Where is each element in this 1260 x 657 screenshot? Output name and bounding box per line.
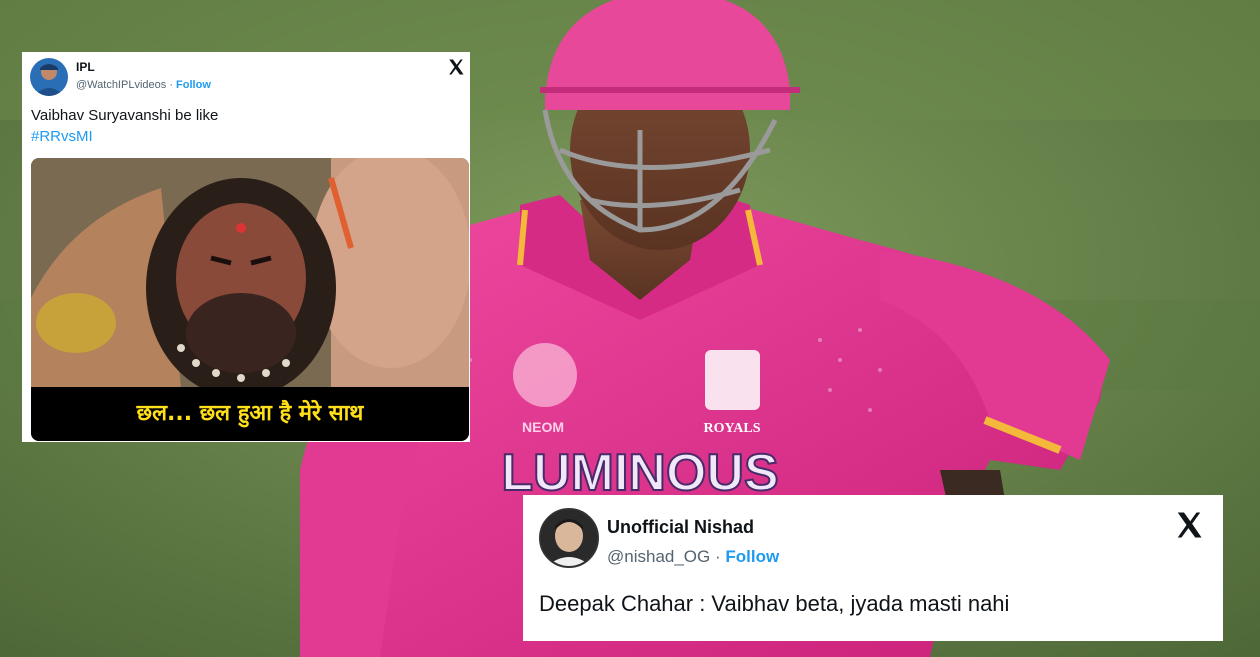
x-logo-icon[interactable] <box>1174 510 1204 545</box>
tweet-text: Deepak Chahar : Vaibhav beta, jyada mast… <box>539 591 1010 616</box>
tweet-media-image[interactable]: छल... छल हुआ है मेरे साथ <box>31 158 469 441</box>
tweet-card-ipl: IPL @WatchIPLvideos · Follow Vaibhav Sur… <box>22 52 470 442</box>
avatar[interactable] <box>539 508 599 568</box>
hashtag-link[interactable]: #RRvsMI <box>31 128 93 145</box>
user-name[interactable]: Unofficial Nishad <box>607 517 754 538</box>
tweet-text: Vaibhav Suryavanshi be like <box>31 107 219 124</box>
follow-button[interactable]: Follow <box>176 79 211 91</box>
meme-caption: छल... छल हुआ है मेरे साथ <box>31 387 469 441</box>
user-meta: @WatchIPLvideos · Follow <box>76 79 211 91</box>
separator: · <box>169 79 173 91</box>
svg-text:ROYALS: ROYALS <box>703 421 760 436</box>
tweet-card-nishad: Unofficial Nishad @nishad_OG · Follow De… <box>523 495 1223 641</box>
user-handle[interactable]: @nishad_OG <box>607 547 710 566</box>
avatar[interactable] <box>30 58 68 96</box>
jersey-sponsor-text: LUMINOUS <box>501 444 778 502</box>
user-name[interactable]: IPL <box>76 60 95 74</box>
jersey-partner-text: NEOM <box>522 419 564 435</box>
user-handle[interactable]: @WatchIPLvideos <box>76 79 166 91</box>
user-meta: @nishad_OG · Follow <box>607 547 779 567</box>
x-logo-icon[interactable] <box>447 58 465 81</box>
separator: · <box>715 547 721 566</box>
follow-button[interactable]: Follow <box>725 547 779 566</box>
